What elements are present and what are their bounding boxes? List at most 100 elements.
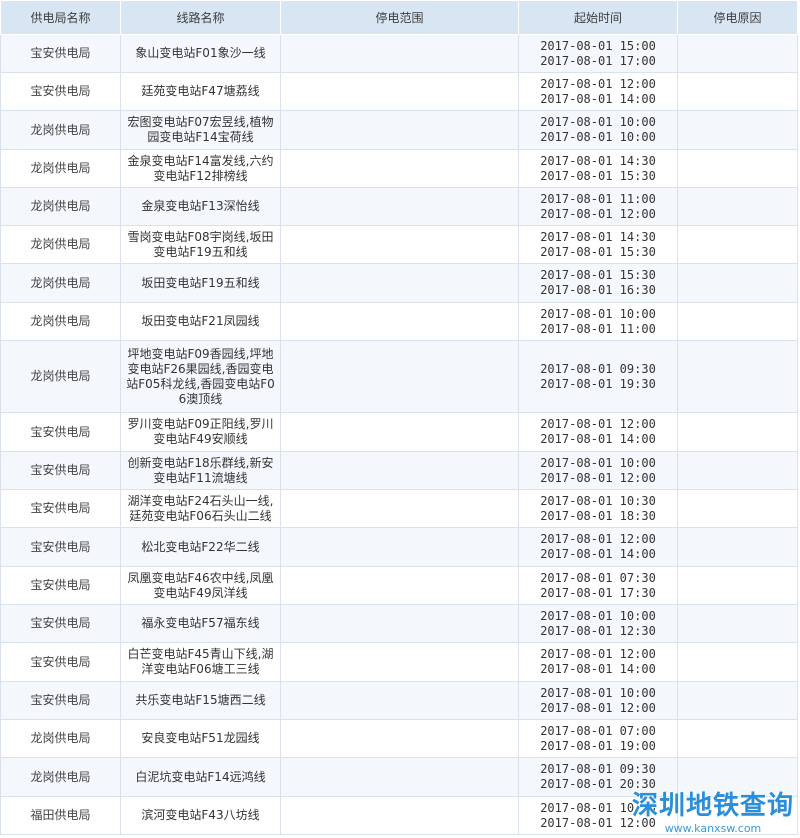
cell-time: 2017-08-01 10:00 2017-08-01 12:00 xyxy=(518,681,678,720)
cell-bureau: 福田供电局 xyxy=(0,796,121,835)
table-row[interactable]: 福田供电局 滨河变电站F43八坊线 2017-08-01 10:00 2017-08-… xyxy=(0,796,798,835)
cell-reason xyxy=(677,72,798,111)
end-time: 2017-08-01 15:30 xyxy=(540,168,656,183)
cell-scope xyxy=(280,72,519,111)
table-row[interactable]: 宝安供电局 凤凰变电站F46农中线,凤凰变电站F49凤洋线 2017-08-01 0… xyxy=(0,566,798,605)
cell-line: 共乐变电站F15塘西二线 xyxy=(120,681,281,720)
cell-time: 2017-08-01 10:30 2017-08-01 18:30 xyxy=(518,489,678,528)
table-row[interactable]: 龙岗供电局 坪地变电站F09香园线,坪地变电站F26果园线,香园变电站F05科龙线… xyxy=(0,340,798,413)
cell-scope xyxy=(280,719,519,758)
cell-reason xyxy=(677,340,798,413)
start-time: 2017-08-01 10:00 xyxy=(540,455,656,470)
cell-bureau: 宝安供电局 xyxy=(0,412,121,452)
table-row[interactable]: 龙岗供电局 坂田变电站F19五和线 2017-08-01 15:30 2017-08-… xyxy=(0,263,798,303)
table-row[interactable]: 龙岗供电局 安良变电站F51龙园线 2017-08-01 07:00 2017-08-… xyxy=(0,719,798,758)
cell-bureau: 龙岗供电局 xyxy=(0,149,121,188)
cell-reason xyxy=(677,642,798,682)
column-header-line[interactable]: 线路名称 xyxy=(120,0,281,35)
cell-reason xyxy=(677,225,798,264)
cell-bureau: 宝安供电局 xyxy=(0,527,121,567)
cell-scope xyxy=(280,149,519,188)
table-row[interactable]: 宝安供电局 白芒变电站F45青山下线,湖洋变电站F06塘工三线 2017-08-01… xyxy=(0,642,798,682)
table-row[interactable]: 龙岗供电局 白泥坑变电站F14远鸿线 2017-08-01 09:30 2017-08… xyxy=(0,757,798,797)
end-time: 2017-08-01 19:30 xyxy=(540,376,656,391)
table-row[interactable]: 宝安供电局 松北变电站F22华二线 2017-08-01 12:00 2017-08-… xyxy=(0,527,798,567)
outage-table: 供电局名称 线路名称 停电范围 起始时间 停电原因 宝安供电局 象山变电站F01象… xyxy=(0,0,798,835)
cell-line: 雪岗变电站F08宇岗线,坂田变电站F19五和线 xyxy=(120,225,281,264)
table-row[interactable]: 龙岗供电局 金泉变电站F13深怡线 2017-08-01 11:00 2017-08-… xyxy=(0,187,798,226)
cell-line: 宏图变电站F07宏昱线,植物园变电站F14宝荷线 xyxy=(120,110,281,150)
cell-reason xyxy=(677,719,798,758)
cell-line: 白芒变电站F45青山下线,湖洋变电站F06塘工三线 xyxy=(120,642,281,682)
table-row[interactable]: 龙岗供电局 坂田变电站F21凤园线 2017-08-01 10:00 2017-08-… xyxy=(0,302,798,341)
start-time: 2017-08-01 10:00 xyxy=(540,306,656,321)
start-time: 2017-08-01 10:00 xyxy=(540,608,656,623)
cell-scope xyxy=(280,489,519,528)
start-time: 2017-08-01 09:30 xyxy=(540,361,656,376)
column-header-bureau[interactable]: 供电局名称 xyxy=(0,0,121,35)
column-header-reason[interactable]: 停电原因 xyxy=(677,0,798,35)
end-time: 2017-08-01 12:00 xyxy=(540,206,656,221)
cell-bureau: 宝安供电局 xyxy=(0,604,121,643)
table-row[interactable]: 宝安供电局 湖洋变电站F24石头山一线,廷苑变电站F06石头山二线 2017-08-… xyxy=(0,489,798,528)
column-header-time[interactable]: 起始时间 xyxy=(518,0,678,35)
end-time: 2017-08-01 17:30 xyxy=(540,585,656,600)
cell-scope xyxy=(280,302,519,341)
cell-time: 2017-08-01 10:00 2017-08-01 12:00 xyxy=(518,796,678,835)
cell-bureau: 龙岗供电局 xyxy=(0,225,121,264)
table-row[interactable]: 龙岗供电局 雪岗变电站F08宇岗线,坂田变电站F19五和线 2017-08-01 1… xyxy=(0,225,798,264)
cell-time: 2017-08-01 11:00 2017-08-01 12:00 xyxy=(518,187,678,226)
table-row[interactable]: 宝安供电局 创新变电站F18乐群线,新安变电站F11流塘线 2017-08-01 1… xyxy=(0,451,798,490)
end-time: 2017-08-01 10:00 xyxy=(540,130,656,144)
cell-reason xyxy=(677,187,798,226)
cell-line: 坂田变电站F21凤园线 xyxy=(120,302,281,341)
cell-scope xyxy=(280,412,519,452)
cell-reason xyxy=(677,757,798,797)
cell-line: 安良变电站F51龙园线 xyxy=(120,719,281,758)
end-time: 2017-08-01 17:00 xyxy=(540,53,656,68)
cell-reason xyxy=(677,412,798,452)
cell-bureau: 宝安供电局 xyxy=(0,489,121,528)
cell-bureau: 龙岗供电局 xyxy=(0,110,121,150)
cell-scope xyxy=(280,451,519,490)
start-time: 2017-08-01 10:00 xyxy=(540,685,656,700)
table-row[interactable]: 宝安供电局 福永变电站F57福东线 2017-08-01 10:00 2017-08-… xyxy=(0,604,798,643)
table-row[interactable]: 宝安供电局 罗川变电站F09正阳线,罗川变电站F49安顺线 2017-08-01 1… xyxy=(0,412,798,452)
cell-bureau: 宝安供电局 xyxy=(0,72,121,111)
table-row[interactable]: 宝安供电局 象山变电站F01象沙一线 2017-08-01 15:00 2017-08… xyxy=(0,34,798,73)
cell-reason xyxy=(677,681,798,720)
table-row[interactable]: 宝安供电局 廷苑变电站F47塘荔线 2017-08-01 12:00 2017-08-… xyxy=(0,72,798,111)
cell-reason xyxy=(677,149,798,188)
cell-line: 湖洋变电站F24石头山一线,廷苑变电站F06石头山二线 xyxy=(120,489,281,528)
cell-reason xyxy=(677,604,798,643)
cell-scope xyxy=(280,604,519,643)
start-time: 2017-08-01 10:00 xyxy=(540,800,656,815)
table-header-row: 供电局名称 线路名称 停电范围 起始时间 停电原因 xyxy=(0,0,798,35)
cell-reason xyxy=(677,451,798,490)
table-row[interactable]: 宝安供电局 共乐变电站F15塘西二线 2017-08-01 10:00 2017-08… xyxy=(0,681,798,720)
cell-time: 2017-08-01 12:00 2017-08-01 14:00 xyxy=(518,527,678,567)
cell-time: 2017-08-01 15:00 2017-08-01 17:00 xyxy=(518,34,678,73)
start-time: 2017-08-01 12:00 xyxy=(540,647,656,661)
cell-reason xyxy=(677,796,798,835)
start-time: 2017-08-01 07:30 xyxy=(540,570,656,585)
end-time: 2017-08-01 14:00 xyxy=(540,662,656,676)
start-time: 2017-08-01 11:00 xyxy=(540,191,656,206)
cell-bureau: 龙岗供电局 xyxy=(0,263,121,303)
cell-time: 2017-08-01 12:00 2017-08-01 14:00 xyxy=(518,72,678,111)
cell-scope xyxy=(280,681,519,720)
cell-line: 福永变电站F57福东线 xyxy=(120,604,281,643)
cell-scope xyxy=(280,566,519,605)
cell-time: 2017-08-01 09:30 2017-08-01 19:30 xyxy=(518,340,678,413)
cell-line: 滨河变电站F43八坊线 xyxy=(120,796,281,835)
cell-line: 象山变电站F01象沙一线 xyxy=(120,34,281,73)
table-row[interactable]: 龙岗供电局 宏图变电站F07宏昱线,植物园变电站F14宝荷线 2017-08-01 … xyxy=(0,110,798,150)
cell-time: 2017-08-01 15:30 2017-08-01 16:30 xyxy=(518,263,678,303)
column-header-scope[interactable]: 停电范围 xyxy=(280,0,519,35)
start-time: 2017-08-01 12:00 xyxy=(540,532,656,546)
cell-line: 坪地变电站F09香园线,坪地变电站F26果园线,香园变电站F05科龙线,香园变电… xyxy=(120,340,281,413)
end-time: 2017-08-01 12:00 xyxy=(540,470,656,485)
table-row[interactable]: 龙岗供电局 金泉变电站F14富发线,六约变电站F12排榜线 2017-08-01 1… xyxy=(0,149,798,188)
cell-scope xyxy=(280,527,519,567)
end-time: 2017-08-01 19:00 xyxy=(540,738,656,753)
